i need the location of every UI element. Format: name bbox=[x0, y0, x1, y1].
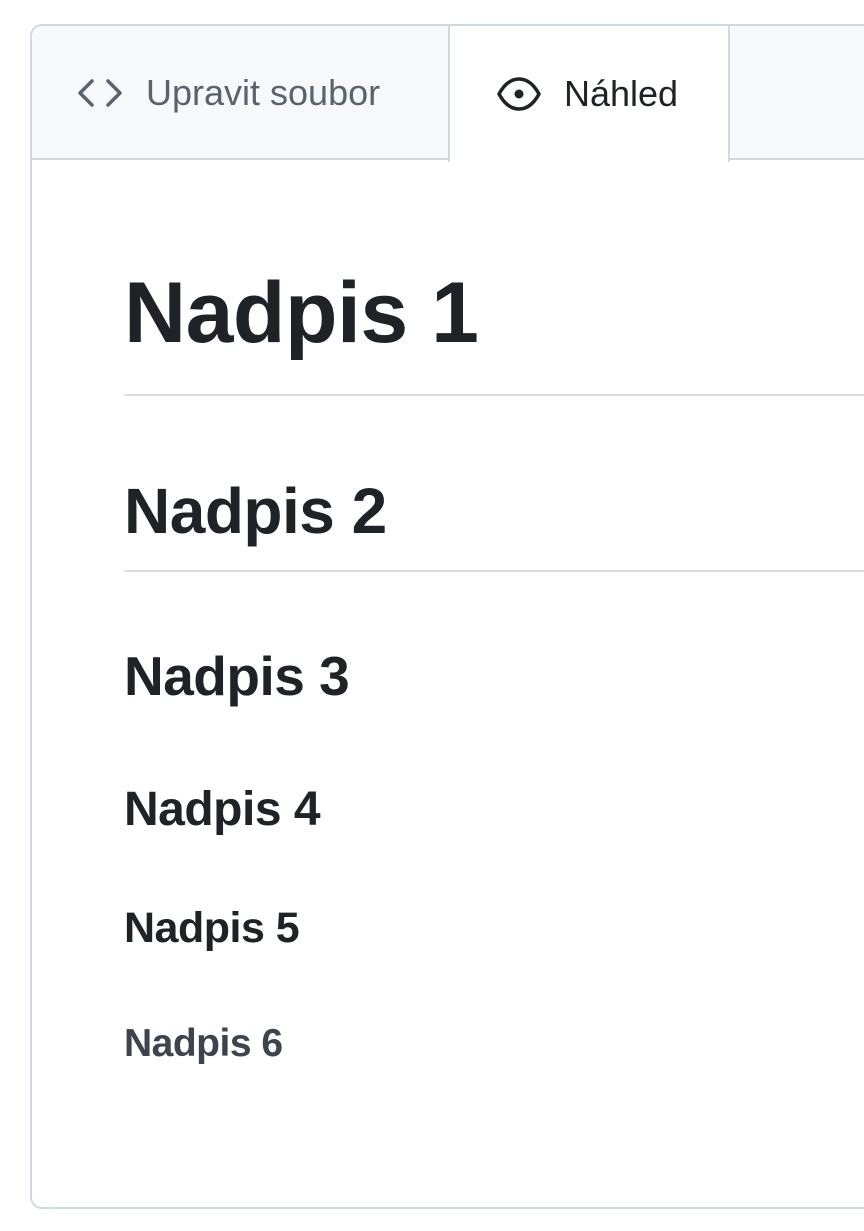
tab-preview[interactable]: Náhled bbox=[448, 26, 730, 162]
heading-2-divider bbox=[124, 570, 864, 572]
editor-panel: Upravit soubor Náhled Nadpis 1 Nadpis 2 … bbox=[30, 24, 864, 1209]
heading-6: Nadpis 6 bbox=[124, 1022, 283, 1065]
tab-preview-label: Náhled bbox=[564, 73, 679, 114]
heading-2: Nadpis 2 bbox=[124, 475, 387, 547]
heading-4: Nadpis 4 bbox=[124, 783, 321, 836]
code-icon bbox=[76, 75, 124, 111]
heading-5: Nadpis 5 bbox=[124, 904, 300, 952]
heading-1-divider bbox=[124, 394, 864, 396]
tab-edit-file[interactable]: Upravit soubor bbox=[32, 26, 450, 160]
tab-edit-file-label: Upravit soubor bbox=[146, 72, 381, 113]
heading-3: Nadpis 3 bbox=[124, 645, 350, 707]
heading-1: Nadpis 1 bbox=[124, 265, 479, 361]
tab-bar: Upravit soubor Náhled bbox=[32, 26, 864, 162]
eye-icon bbox=[496, 76, 542, 112]
